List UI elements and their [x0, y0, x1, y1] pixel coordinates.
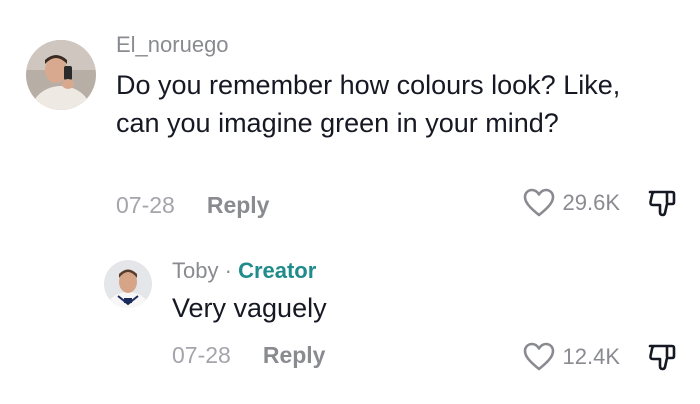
thumbs-down-outline-icon[interactable]	[646, 186, 678, 218]
like-count: 12.4K	[562, 344, 621, 369]
comment-date: 07-28	[172, 342, 231, 368]
like-button[interactable]: 29.6K	[523, 188, 621, 218]
comment-item: El_noruego Do you remember how colours l…	[0, 0, 700, 240]
reply-comment-item: Toby · Creator Very vaguely 07-28 Reply …	[0, 240, 700, 404]
separator: ·	[224, 258, 232, 283]
creator-badge: Creator	[238, 258, 317, 283]
comment-meta: 07-28 Reply	[116, 192, 269, 219]
like-count: 29.6K	[562, 190, 621, 215]
avatar-image	[104, 260, 152, 308]
heart-outline-icon	[523, 188, 554, 217]
username[interactable]: Toby	[172, 258, 218, 283]
reply-button[interactable]: Reply	[263, 342, 326, 369]
username[interactable]: El_noruego	[116, 32, 229, 58]
avatar[interactable]	[104, 260, 152, 308]
comment-text: Do you remember how colours look? Like, …	[116, 70, 621, 138]
username-line: Toby · Creator	[172, 258, 316, 284]
thumbs-down-outline-icon[interactable]	[646, 340, 678, 372]
avatar-image	[26, 40, 96, 110]
heart-outline-icon	[523, 342, 554, 371]
comment-date: 07-28	[116, 192, 175, 218]
avatar[interactable]	[26, 40, 96, 110]
reply-button[interactable]: Reply	[207, 192, 270, 219]
comment-text: Very vaguely	[172, 293, 327, 323]
comment-meta: 07-28 Reply	[172, 342, 325, 369]
like-button[interactable]: 12.4K	[523, 342, 621, 372]
